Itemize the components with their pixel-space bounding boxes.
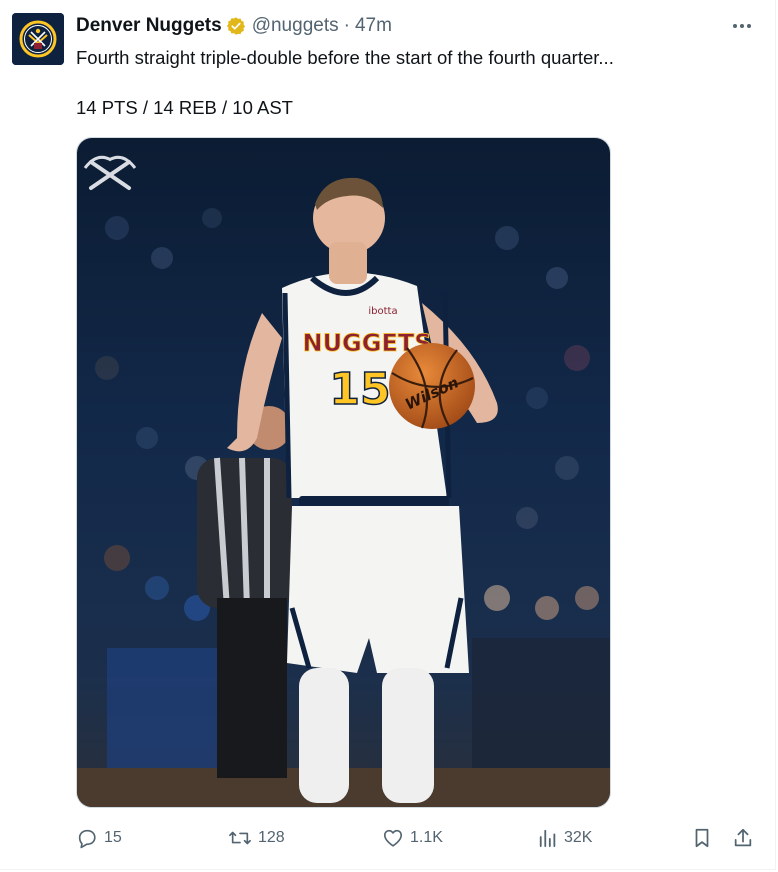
share-button[interactable]: [732, 822, 754, 854]
verified-badge-icon[interactable]: [226, 16, 246, 36]
jersey-sponsor-text: ibotta: [368, 306, 397, 317]
jersey-number-text: 15: [329, 364, 390, 415]
reply-button[interactable]: 15: [76, 822, 122, 854]
like-button[interactable]: 1.1K: [382, 822, 443, 854]
reply-count: 15: [104, 829, 122, 846]
basketball-image: Wilson: [389, 343, 475, 429]
tweet-header: Denver Nuggets @nuggets · 47m: [76, 14, 392, 38]
author-handle[interactable]: @nuggets: [252, 15, 339, 37]
nuggets-logo-icon[interactable]: [12, 13, 64, 65]
views-icon: [538, 828, 558, 848]
bookmark-icon: [692, 827, 712, 849]
tweet-card[interactable]: Denver Nuggets @nuggets · 47m Fourth str…: [0, 0, 776, 870]
tweet-timestamp[interactable]: 47m: [355, 15, 392, 37]
like-count: 1.1K: [410, 829, 443, 846]
views-button[interactable]: 32K: [538, 822, 592, 854]
action-bar: 15 128 1.1K 32K: [76, 822, 756, 854]
more-options-icon[interactable]: [727, 16, 757, 36]
header-separator: ·: [343, 15, 350, 36]
like-icon: [382, 827, 404, 849]
tweet-photo[interactable]: NUGGETS 15 ibotta Wilson: [76, 137, 611, 808]
share-icon: [732, 827, 754, 849]
repost-button[interactable]: 128: [228, 822, 285, 854]
repost-icon: [228, 827, 252, 849]
spectators-right: [472, 638, 610, 778]
reply-icon: [76, 827, 98, 849]
bookmark-button[interactable]: [692, 822, 712, 854]
tweet-stats-line: 14 PTS / 14 REB / 10 AST: [76, 97, 293, 118]
author-display-name[interactable]: Denver Nuggets: [76, 15, 222, 37]
views-count: 32K: [564, 829, 593, 846]
repost-count: 128: [258, 829, 285, 846]
tweet-text: Fourth straight triple-double before the…: [76, 47, 614, 68]
